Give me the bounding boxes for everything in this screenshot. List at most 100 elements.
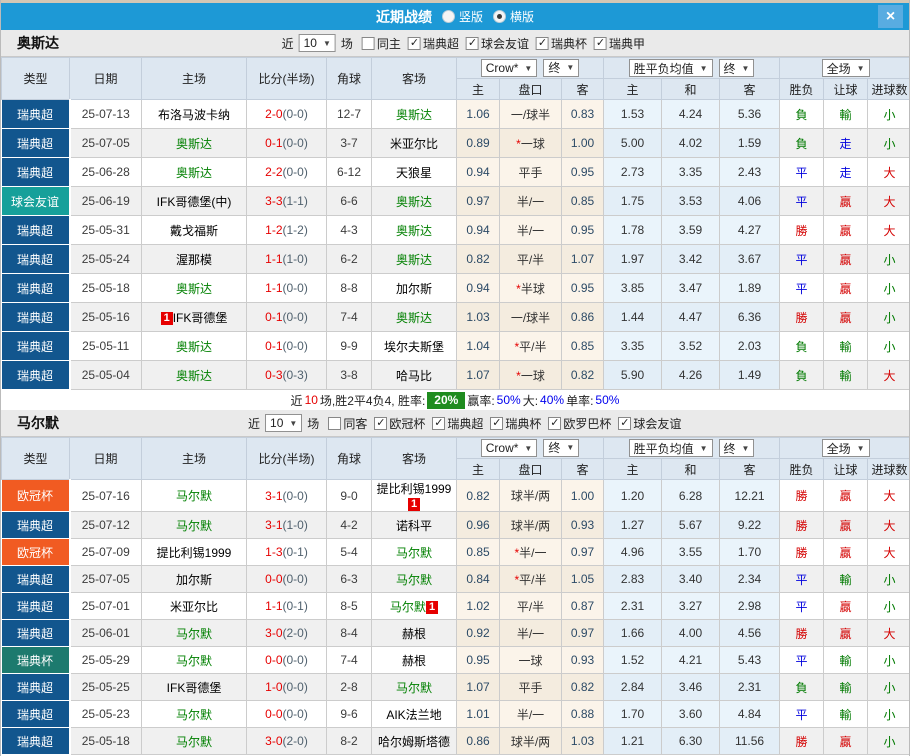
team-link: 马尔默 [176,627,212,641]
radio-horizontal[interactable]: 横版 [493,8,534,25]
competition-checkbox[interactable]: ✓瑞典超 [432,415,483,432]
fulltime-score: 1-2 [265,223,282,237]
avg-odds-select[interactable]: 胜平负均值▼ [629,439,713,457]
score: 3-0(2-0) [247,728,327,755]
home-team: IFK哥德堡 [142,674,247,701]
same-venue-checkbox[interactable]: 同主 [362,35,401,52]
corners: 7-4 [327,647,372,674]
odds-home: 1.06 [457,100,500,129]
odds-home: 0.89 [457,129,500,158]
fulltime-score: 0-1 [265,339,282,353]
competition-checkbox[interactable]: ✓球会友谊 [466,35,529,52]
same-venue-checkbox[interactable]: 同客 [328,415,367,432]
filter-bar: 近10▼场同主✓瑞典超✓球会友谊✓瑞典杯✓瑞典甲 [280,30,645,56]
checkbox-icon: ✓ [432,417,445,430]
score: 1-2(1-2) [247,216,327,245]
away-team: 诺科平 [372,512,457,539]
radio-vertical[interactable]: 竖版 [442,8,483,25]
odds-company-select-value: Crow* [486,61,519,75]
handicap-value: 一/球半 [511,108,550,122]
score: 0-3(0-3) [247,361,327,390]
competition-checkbox[interactable]: ✓瑞典超 [408,35,459,52]
odds-final-select[interactable]: 终▼ [543,439,579,457]
chevron-down-icon: ▼ [742,444,750,453]
team-link: 奥斯达 [396,195,432,209]
handicap-value: 一/球半 [511,311,550,325]
team-link: IFK哥德堡(中) [157,195,232,209]
odds-final-select[interactable]: 终▼ [543,59,579,77]
fulltime-select[interactable]: 全场▼ [822,439,870,457]
avg-home: 1.21 [604,728,662,755]
competition-checkbox[interactable]: ✓瑞典甲 [594,35,645,52]
handicap: *平/半 [500,332,562,361]
avg-away: 3.67 [720,245,780,274]
odds-home: 1.04 [457,332,500,361]
corners: 8-4 [327,620,372,647]
odds-company-select[interactable]: Crow* ▼ [481,59,538,77]
competition-checkbox[interactable]: ✓瑞典杯 [536,35,587,52]
team-link: 提比利锡1999 [377,482,452,496]
column-header: 比分(半场) [247,58,327,100]
games-count-select-value: 10 [304,36,317,50]
away-team: AIK法兰地 [372,701,457,728]
odds-home: 1.03 [457,303,500,332]
handicap: 平/半 [500,245,562,274]
match-type: 瑞典超 [2,158,70,187]
close-icon[interactable]: × [878,5,903,28]
halftime-score: (1-1) [283,194,308,208]
sub-column-header: 主 [457,459,500,480]
match-type: 瑞典杯 [2,647,70,674]
result-handicap: 贏 [824,216,868,245]
avg-home: 5.00 [604,129,662,158]
match-row: 瑞典超25-05-161IFK哥德堡0-1(0-0)7-4奥斯达1.03一/球半… [2,303,910,332]
match-type: 球会友谊 [2,187,70,216]
handicap: 平手 [500,674,562,701]
avg-select-group: 胜平负均值▼ 终▼ [604,438,780,459]
competition-checkbox-label: 瑞典超 [423,35,459,52]
competition-checkbox[interactable]: ✓瑞典杯 [490,415,541,432]
fulltime-select[interactable]: 全场▼ [822,59,870,77]
competition-checkbox[interactable]: ✓欧冠杯 [374,415,425,432]
result-handicap: 輸 [824,100,868,129]
score: 1-1(0-0) [247,274,327,303]
match-row: 瑞典超25-05-24渥那模1-1(1-0)6-2奥斯达0.82平/半1.071… [2,245,910,274]
chevron-down-icon: ▼ [524,64,532,73]
competition-checkbox-label: 瑞典甲 [609,35,645,52]
handicap-value: 平/半 [517,600,544,614]
sub-column-header: 进球数 [868,79,910,100]
competition-checkbox[interactable]: ✓欧罗巴杯 [548,415,611,432]
handicap: *半/一 [500,539,562,566]
avg-home: 1.44 [604,303,662,332]
avg-final-select[interactable]: 终▼ [719,439,755,457]
avg-final-select[interactable]: 终▼ [719,59,755,77]
odds-away: 0.85 [562,187,604,216]
home-team: 马尔默 [142,728,247,755]
competition-checkbox[interactable]: ✓球会友谊 [618,415,681,432]
column-header: 客场 [372,58,457,100]
chevron-down-icon: ▼ [857,444,865,453]
team-link: 埃尔夫斯堡 [384,340,444,354]
team-link: 加尔斯 [176,573,212,587]
radio-horizontal-label: 横版 [510,8,534,25]
competition-checkbox-label: 瑞典超 [447,415,483,432]
halftime-score: (0-0) [283,489,308,503]
avg-draw: 3.59 [662,216,720,245]
games-count-select[interactable]: 10▼ [265,414,302,432]
fulltime-score: 0-0 [265,653,282,667]
avg-odds-select[interactable]: 胜平负均值▼ [629,59,713,77]
avg-home: 1.66 [604,620,662,647]
chevron-down-icon: ▼ [323,39,331,48]
odds-company-select[interactable]: Crow*▼ [481,439,538,457]
away-team: 埃尔夫斯堡 [372,332,457,361]
radio-selected-icon [493,10,506,23]
sub-column-header: 主 [604,459,662,480]
result-outcome: 勝 [780,512,824,539]
match-type: 瑞典超 [2,512,70,539]
avg-home: 2.31 [604,593,662,620]
match-type: 欧冠杯 [2,539,70,566]
games-count-select[interactable]: 10 ▼ [299,34,336,52]
halftime-score: (1-2) [283,223,308,237]
halftime-score: (0-0) [283,572,308,586]
halftime-score: (2-0) [283,626,308,640]
handicap-value: 平/半 [517,253,544,267]
